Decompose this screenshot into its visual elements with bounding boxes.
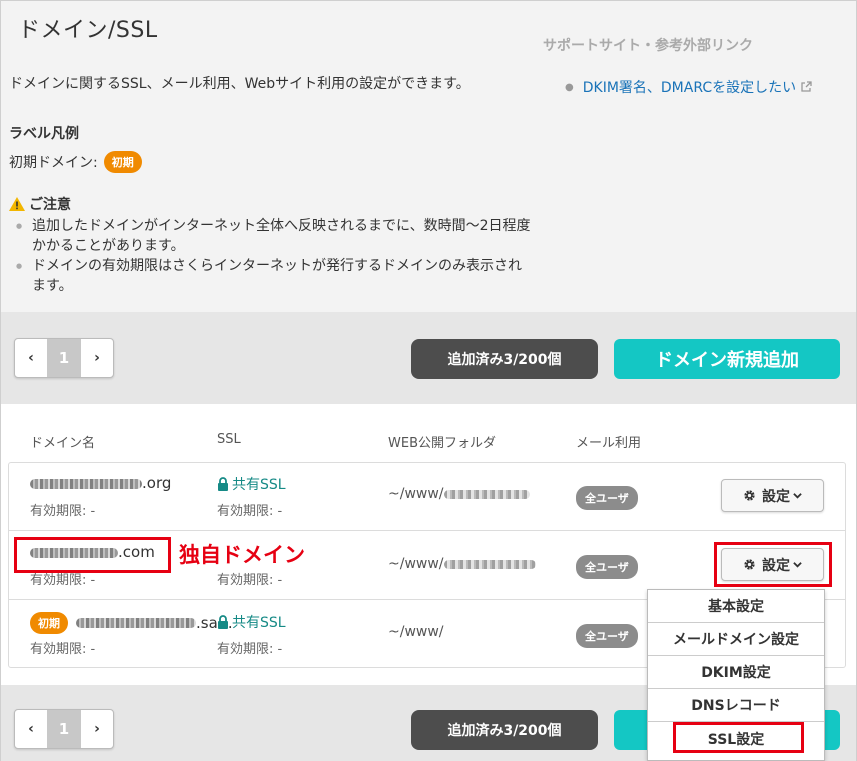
menu-item-dkim[interactable]: DKIM設定 (648, 656, 824, 689)
annotation-label: 独自ドメイン (179, 543, 305, 567)
next-page-button[interactable]: › (81, 339, 113, 377)
col-header-domain: ドメイン名 (30, 436, 96, 451)
support-heading: サポートサイト・参考外部リンク (543, 38, 753, 54)
page-title: ドメイン/SSL (18, 18, 158, 43)
legend-row: 初期ドメイン: 初期 (9, 151, 142, 173)
domain-count-button[interactable]: 追加済み3/200個 (411, 710, 598, 750)
col-header-folder: WEB公開フォルダ (388, 436, 496, 451)
row-divider (9, 530, 845, 531)
menu-item-basic[interactable]: 基本設定 (648, 590, 824, 623)
table-row-domain: .org (30, 474, 171, 492)
ssl-status: 共有SSL (217, 612, 286, 632)
notice-item: ドメインの有効期限はさくらインターネットが発行するドメインのみ表示されます。 (14, 256, 534, 296)
ssl-expiry: 有効期限: - (217, 642, 283, 657)
settings-button[interactable]: 設定 (721, 479, 824, 512)
ssl-expiry: 有効期限: - (217, 504, 283, 519)
notice-heading: ご注意 (9, 194, 71, 214)
notice-item: 追加したドメインがインターネット全体へ反映されるまでに、数時間〜2日程度かかるこ… (14, 216, 534, 256)
redacted-domain (76, 618, 196, 628)
web-folder: ~/www/ (388, 486, 530, 502)
page-description: ドメインに関するSSL、メール利用、Webサイト利用の設定ができます。 (9, 76, 470, 92)
mail-badge: 全ユーザ (576, 555, 638, 579)
redacted-folder (443, 559, 536, 569)
notice-heading-text: ご注意 (29, 197, 71, 213)
legend-heading: ラベル凡例 (9, 126, 79, 142)
lock-icon (218, 615, 228, 629)
legend-initial-label: 初期ドメイン: (9, 155, 98, 171)
menu-item-mail-domain[interactable]: メールドメイン設定 (648, 623, 824, 656)
current-page[interactable]: 1 (47, 710, 81, 748)
add-domain-button[interactable]: ドメイン新規追加 (614, 339, 840, 379)
prev-page-button[interactable]: ‹ (15, 339, 47, 377)
chevron-down-icon (793, 493, 802, 499)
redacted-domain (30, 479, 142, 489)
pager-top: ‹ 1 › (14, 338, 114, 378)
menu-item-dns[interactable]: DNSレコード (648, 689, 824, 722)
web-folder: ~/www/ (388, 624, 444, 640)
support-link-label: DKIM署名、DMARCを設定したい (582, 80, 797, 96)
highlight-ssl-menu (673, 722, 804, 753)
warning-icon (9, 197, 25, 211)
ssl-expiry: 有効期限: - (217, 573, 283, 588)
lock-icon (218, 477, 228, 491)
notice-list: 追加したドメインがインターネット全体へ反映されるまでに、数時間〜2日程度かかるこ… (14, 216, 534, 296)
gear-icon (744, 490, 755, 501)
table-row-domain: 初期 .sa… (30, 612, 233, 634)
mail-badge: 全ユーザ (576, 624, 638, 648)
web-folder: ~/www/ (388, 556, 536, 572)
domain-expiry: 有効期限: - (30, 504, 96, 519)
ssl-status: 共有SSL (217, 474, 286, 494)
initial-badge: 初期 (103, 151, 142, 173)
col-header-mail: メール利用 (576, 436, 642, 451)
col-header-ssl: SSL (217, 432, 241, 447)
bullet-icon: ● (565, 81, 574, 93)
support-link[interactable]: ● DKIM署名、DMARCを設定したい (565, 77, 812, 97)
external-link-icon (801, 81, 812, 92)
pager-bottom: ‹ 1 › (14, 709, 114, 749)
highlight-settings-button (714, 542, 832, 587)
next-page-button[interactable]: › (81, 710, 113, 748)
redacted-folder (443, 489, 530, 499)
mail-badge: 全ユーザ (576, 486, 638, 510)
current-page[interactable]: 1 (47, 339, 81, 377)
prev-page-button[interactable]: ‹ (15, 710, 47, 748)
domain-count-button[interactable]: 追加済み3/200個 (411, 339, 598, 379)
highlight-domain (14, 537, 171, 573)
domain-expiry: 有効期限: - (30, 642, 96, 657)
initial-badge: 初期 (30, 612, 68, 634)
